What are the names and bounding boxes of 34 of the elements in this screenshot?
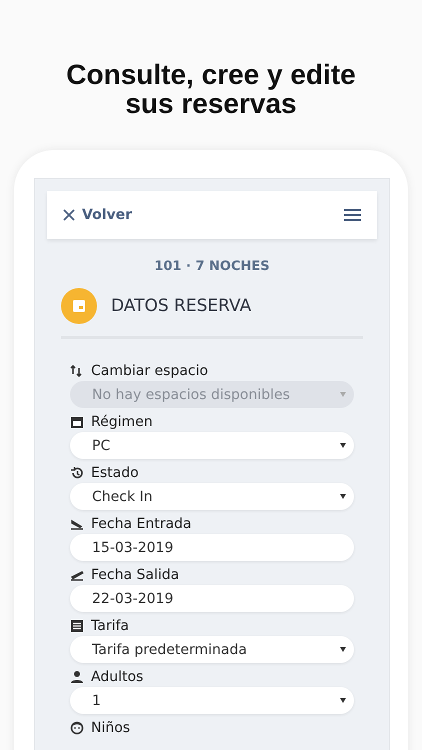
dropdown-field[interactable]: Tarifa predeterminada — [70, 636, 354, 663]
swap-icon — [70, 364, 84, 378]
field-label: Fecha Entrada — [91, 516, 192, 532]
caret-icon — [340, 698, 346, 703]
headline: Consulte, cree y edite sus reservas — [65, 60, 357, 118]
field-label: Estado — [91, 465, 139, 481]
takeoff-plane-icon — [70, 568, 84, 582]
caret-icon — [340, 494, 346, 499]
person-icon — [70, 670, 84, 684]
booking-summary: 101 · 7 NOCHES — [153, 259, 271, 274]
field-label: Cambiar espacio — [91, 363, 208, 379]
field-label: Adultos — [91, 669, 144, 685]
date-field[interactable]: 22-03-2019 — [70, 585, 354, 612]
close-icon — [63, 209, 75, 221]
menu-icon[interactable] — [344, 209, 361, 221]
landing-plane-icon — [70, 517, 84, 531]
field-label: Régimen — [91, 414, 153, 430]
calendar-badge-icon — [61, 288, 97, 324]
caret-icon — [340, 392, 346, 397]
list-icon — [70, 619, 84, 633]
history-icon — [70, 466, 84, 480]
child-face-icon — [70, 721, 84, 735]
dropdown-field[interactable]: PC — [70, 432, 354, 459]
caret-icon — [340, 647, 346, 652]
calendar-icon — [70, 415, 84, 429]
section-title: DATOS RESERVA — [111, 296, 252, 316]
field-label: Niños — [91, 720, 130, 736]
dropdown-field[interactable]: 1 — [70, 687, 354, 714]
field-label: Fecha Salida — [91, 567, 180, 583]
field-label: Tarifa — [91, 618, 129, 634]
date-field[interactable]: 15-03-2019 — [70, 534, 354, 561]
back-button[interactable]: Volver — [63, 207, 132, 223]
caret-icon — [340, 443, 346, 448]
dropdown-field[interactable]: Check In — [70, 483, 354, 510]
